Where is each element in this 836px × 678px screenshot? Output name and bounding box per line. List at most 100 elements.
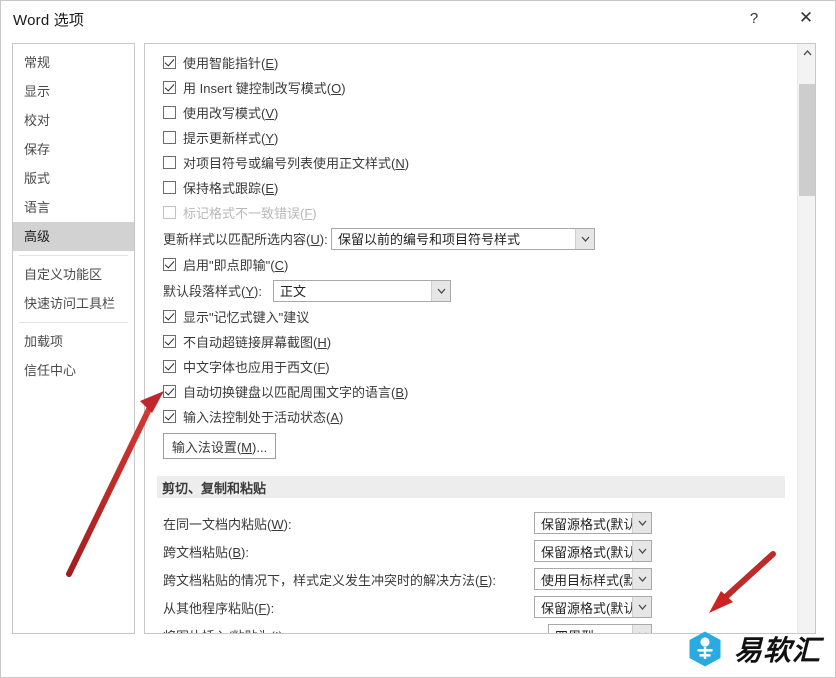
sidebar-item-0[interactable]: 常规 [13, 48, 134, 77]
checkbox-label: 启用"即点即输"(C) [183, 258, 289, 273]
field-label: 跨文档粘贴的情况下，样式定义发生冲突时的解决方法(E): [163, 572, 496, 588]
sidebar-divider [19, 322, 128, 323]
checkbox-row[interactable]: 不自动超链接屏幕截图(H) [145, 329, 797, 354]
checkbox-icon[interactable] [163, 56, 176, 69]
checkbox-label: 对项目符号或编号列表使用正文样式(N) [183, 156, 410, 171]
checkbox-label: 输入法设置(M)... [171, 439, 268, 455]
sidebar-item-5[interactable]: 语言 [13, 193, 134, 222]
checkbox-label: 使用智能指针(E) [183, 56, 279, 71]
checkbox-icon[interactable] [163, 360, 176, 373]
sidebar-item-7[interactable]: 自定义功能区 [13, 260, 134, 289]
title-bar: Word 选项 ? ✕ [1, 1, 835, 37]
checkbox-row[interactable]: 启用"即点即输"(C) [145, 252, 797, 277]
vertical-scrollbar[interactable] [797, 44, 815, 633]
default-paragraph-style-field: 默认段落样式(Y): 正文 [145, 277, 797, 304]
checkbox-row[interactable]: 标记格式不一致错误(F) [145, 200, 797, 225]
hexagon-brand-logo-icon [689, 631, 721, 667]
checkbox-row[interactable]: 自动切换键盘以匹配周围文字的语言(B) [145, 379, 797, 404]
checkbox-label: 保持格式跟踪(E) [183, 181, 279, 196]
paste-option-combobox-0[interactable]: 保留源格式(默认) [534, 512, 652, 534]
ime-settings-row: 输入法设置(M)... [145, 429, 797, 463]
chevron-down-icon[interactable] [632, 541, 651, 561]
paste-option-combobox-4[interactable]: 四周型 [548, 624, 652, 633]
ime-settings-button[interactable]: 输入法设置(M)... [163, 433, 276, 459]
checkbox-icon[interactable] [163, 131, 176, 144]
checkbox-icon[interactable] [163, 106, 176, 119]
sidebar-item-6[interactable]: 高级 [13, 222, 134, 251]
checkbox-label: 使用改写模式(V) [183, 106, 279, 121]
checkbox-icon[interactable] [163, 181, 176, 194]
checkbox-row[interactable]: 提示更新样式(Y) [145, 125, 797, 150]
checkbox-icon[interactable] [163, 310, 176, 323]
dialog-title: Word 选项 [13, 12, 85, 29]
watermark-brand-text: 易软汇 [733, 634, 821, 667]
checkbox-row[interactable]: 保持格式跟踪(E) [145, 175, 797, 200]
sidebar-item-3[interactable]: 保存 [13, 135, 134, 164]
checkbox-row[interactable]: 用 Insert 键控制改写模式(O) [145, 75, 797, 100]
checkbox-row[interactable]: 中文字体也应用于西文(F) [145, 354, 797, 379]
checkbox-row[interactable]: 对项目符号或编号列表使用正文样式(N) [145, 150, 797, 175]
checkbox-icon[interactable] [163, 410, 176, 423]
help-button[interactable]: ? [731, 1, 777, 35]
sidebar-item-9[interactable]: 加载项 [13, 327, 134, 356]
field-label: 默认段落样式(Y): [163, 284, 262, 299]
combobox-value: 保留以前的编号和项目符号样式 [338, 232, 521, 247]
checkbox-label: 显示"记忆式键入"建议 [183, 310, 310, 325]
chevron-down-icon[interactable] [632, 569, 651, 589]
sidebar-item-10[interactable]: 信任中心 [13, 356, 134, 385]
chevron-down-icon[interactable] [632, 513, 651, 533]
checkbox-icon[interactable] [163, 156, 176, 169]
checkbox-icon[interactable] [163, 81, 176, 94]
checkbox-row[interactable]: 使用智能指针(E) [145, 50, 797, 75]
field-label: 跨文档粘贴(B): [163, 544, 249, 560]
word-options-dialog: Word 选项 ? ✕ 常规 显示 校对 保存 版式 语言 高级自定义功能区 快速访问工具栏加… [0, 0, 836, 678]
checkbox-row[interactable]: 使用改写模式(V) [145, 100, 797, 125]
chevron-down-icon[interactable] [575, 228, 594, 249]
scrollbar-thumb[interactable] [799, 84, 815, 196]
watermark: 易软汇 [686, 629, 821, 669]
checkbox-label: 提示更新样式(Y) [183, 131, 279, 146]
checkbox-label: 中文字体也应用于西文(F) [183, 360, 330, 375]
field-label: 在同一文档内粘贴(W): [163, 516, 292, 532]
checkbox-label: 用 Insert 键控制改写模式(O) [183, 81, 346, 96]
options-content-panel: 使用智能指针(E) 用 Insert 键控制改写模式(O) 使用改写模式(V) 提示更… [144, 43, 816, 634]
checkbox-icon[interactable] [163, 258, 176, 271]
combobox-value: 保留源格式(默认) [541, 600, 632, 616]
default-paragraph-style-combobox[interactable]: 正文 [273, 279, 451, 302]
checkbox-label: 标记格式不一致错误(F) [183, 206, 317, 221]
checkbox-row[interactable]: 输入法控制处于活动状态(A) [145, 404, 797, 429]
update-styles-combobox[interactable]: 保留以前的编号和项目符号样式 [331, 227, 595, 250]
paste-option-row: 跨文档粘贴的情况下，样式定义发生冲突时的解决方法(E): 使用目标样式(默认) [145, 565, 797, 593]
field-label: 更新样式以匹配所选内容(U): [163, 232, 328, 247]
combobox-value: 保留源格式(默认) [541, 516, 632, 532]
cut-copy-paste-heading: 剪切、复制和粘贴 [157, 476, 785, 498]
chevron-down-icon[interactable] [431, 280, 450, 301]
checkbox-label: 自动切换键盘以匹配周围文字的语言(B) [183, 385, 409, 400]
paste-option-combobox-3[interactable]: 保留源格式(默认) [534, 596, 652, 618]
combobox-value: 使用目标样式(默认) [541, 572, 632, 588]
sidebar-item-4[interactable]: 版式 [13, 164, 134, 193]
checkbox-icon[interactable] [163, 385, 176, 398]
field-label: 从其他程序粘贴(F): [163, 600, 275, 616]
scroll-content: 使用智能指针(E) 用 Insert 键控制改写模式(O) 使用改写模式(V) 提示更… [145, 44, 797, 633]
category-sidebar: 常规 显示 校对 保存 版式 语言 高级自定义功能区 快速访问工具栏 加载项 信任中心 [12, 43, 135, 634]
close-button[interactable]: ✕ [783, 1, 829, 35]
field-label: 将图片插入/粘贴为(I): [163, 626, 548, 634]
checkbox-icon[interactable] [163, 335, 176, 348]
paste-option-combobox-2[interactable]: 使用目标样式(默认) [534, 568, 652, 590]
combobox-value: 正文 [280, 284, 307, 299]
chevron-up-icon[interactable] [798, 44, 815, 62]
checkbox-row[interactable]: 显示"记忆式键入"建议 [145, 304, 797, 329]
chevron-down-icon[interactable] [632, 597, 651, 617]
checkbox-icon[interactable] [163, 206, 176, 219]
sidebar-item-1[interactable]: 显示 [13, 77, 134, 106]
sidebar-item-8[interactable]: 快速访问工具栏 [13, 289, 134, 318]
paste-option-combobox-1[interactable]: 保留源格式(默认) [534, 540, 652, 562]
paste-option-row: 从其他程序粘贴(F): 保留源格式(默认) [145, 593, 797, 621]
checkbox-label: 不自动超链接屏幕截图(H) [183, 335, 332, 350]
paste-option-row: 在同一文档内粘贴(W): 保留源格式(默认) [145, 509, 797, 537]
combobox-value: 保留源格式(默认) [541, 544, 632, 560]
chevron-down-icon[interactable] [632, 625, 651, 633]
sidebar-item-2[interactable]: 校对 [13, 106, 134, 135]
checkbox-label: 输入法控制处于活动状态(A) [183, 410, 344, 425]
